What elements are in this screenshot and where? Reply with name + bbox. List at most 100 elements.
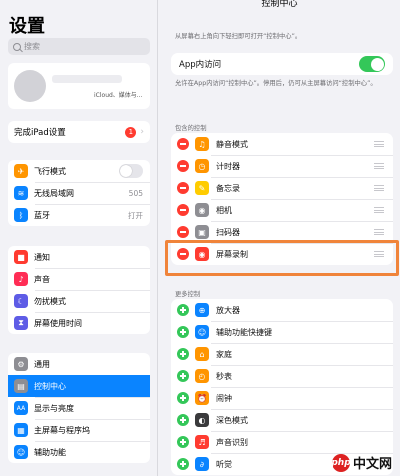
magnifier-icon: ⊕ [195, 303, 209, 317]
reorder-handle-icon[interactable] [374, 251, 384, 257]
remove-control-button[interactable] [177, 248, 189, 260]
chevron-right-icon: › [140, 127, 144, 137]
control-row-timer: ◷ 计时器 [171, 155, 393, 177]
sidebar-item-hourglass[interactable]: ⧗ 屏幕使用时间 [8, 312, 150, 334]
sidebar-item-label: 屏幕使用时间 [34, 318, 82, 328]
remove-control-button[interactable] [177, 138, 189, 150]
more-controls-list: ⊕ 放大器 ☺ 辅助功能快捷键 ⌂ 家庭 ◴ 秒表 ⏰ 闹钟 ◐ 深色模式 ♬ 声音识别 ∂ 听觉 [171, 299, 393, 475]
app-access-note: 允许在App内访问“控制中心”。停用后，仍可从主屏幕访问“控制中心”。 [175, 80, 377, 87]
add-control-button[interactable] [177, 370, 189, 382]
included-controls-header: 包含的控制 [175, 125, 207, 132]
control-label: 闹钟 [216, 393, 232, 403]
display-icon: AA [14, 401, 28, 415]
screen-record-icon: ◉ [195, 247, 209, 261]
control-label: 备忘录 [216, 183, 240, 193]
wifi-icon: ≋ [14, 186, 28, 200]
reorder-handle-icon[interactable] [374, 185, 384, 191]
airplane-mode-toggle[interactable] [119, 164, 143, 178]
control-label: 屏幕录制 [216, 249, 248, 259]
control-row-home: ⌂ 家庭 [171, 343, 393, 365]
control-label: 计时器 [216, 161, 240, 171]
app-access-row: App内访问 [171, 53, 393, 75]
add-control-button[interactable] [177, 436, 189, 448]
control-row-sound-recognition: ♬ 声音识别 [171, 431, 393, 453]
search-input[interactable]: 搜索 [8, 38, 150, 55]
sound-icon: ♪ [14, 272, 28, 286]
search-icon [13, 42, 21, 51]
qr-scanner-icon: ▣ [195, 225, 209, 239]
sidebar-item-home-screen[interactable]: ▦ 主屏幕与程序坞 [8, 419, 150, 441]
finish-setup-row[interactable]: 完成iPad设置 1 › [8, 121, 150, 143]
control-row-magnifier: ⊕ 放大器 [171, 299, 393, 321]
add-control-button[interactable] [177, 326, 189, 338]
home-icon: ⌂ [195, 347, 209, 361]
accessibility-shortcut-icon: ☺ [195, 325, 209, 339]
sidebar-item-bluetooth[interactable]: ᛒ 蓝牙 打开 [8, 204, 150, 226]
sidebar-item-wifi[interactable]: ≋ 无线局域网 505 [8, 182, 150, 204]
timer-icon: ◷ [195, 159, 209, 173]
hearing-icon: ∂ [195, 457, 209, 471]
remove-control-button[interactable] [177, 226, 189, 238]
add-control-button[interactable] [177, 304, 189, 316]
control-row-qr-scanner: ▣ 扫码器 [171, 221, 393, 243]
sidebar-item-moon[interactable]: ☾ 勿扰模式 [8, 290, 150, 312]
apple-id-card[interactable]: iCloud、媒体与... [8, 63, 150, 109]
watermark: php 中文网 [331, 453, 392, 472]
avatar [14, 70, 46, 102]
airplane-icon: ✈ [14, 164, 28, 178]
app-access-toggle[interactable] [359, 56, 385, 72]
settings-sidebar: 设置 搜索 iCloud、媒体与... 完成iPad设置 1 › ✈ 飞行模式 ≋ 无… [0, 0, 158, 476]
control-label: 辅助功能快捷键 [216, 327, 272, 337]
remove-control-button[interactable] [177, 182, 189, 194]
control-label: 静音模式 [216, 139, 248, 149]
remove-control-button[interactable] [177, 160, 189, 172]
sidebar-item-sound[interactable]: ♪ 声音 [8, 268, 150, 290]
alarm-icon: ⏰ [195, 391, 209, 405]
sidebar-item-notifications[interactable]: ■ 通知 [8, 246, 150, 268]
bell-icon: ♫ [195, 137, 209, 151]
included-controls-list: ♫ 静音模式 ◷ 计时器 ✎ 备忘录 ◉ 相机 ▣ 扫码器 ◉ 屏幕录制 [171, 133, 393, 265]
control-row-alarm: ⏰ 闹钟 [171, 387, 393, 409]
watermark-logo: php [331, 453, 351, 472]
control-row-stopwatch: ◴ 秒表 [171, 365, 393, 387]
control-row-notes: ✎ 备忘录 [171, 177, 393, 199]
sidebar-item-label: 声音 [34, 274, 50, 284]
add-control-button[interactable] [177, 414, 189, 426]
reorder-handle-icon[interactable] [374, 141, 384, 147]
sidebar-item-display[interactable]: AA 显示与亮度 [8, 397, 150, 419]
sidebar-item-accessibility[interactable]: ☺ 辅助功能 [8, 441, 150, 463]
connectivity-group: ✈ 飞行模式 ≋ 无线局域网 505 ᛒ 蓝牙 打开 [8, 160, 150, 226]
sidebar-item-label: 主屏幕与程序坞 [34, 425, 90, 435]
hourglass-icon: ⧗ [14, 316, 28, 330]
control-center-description: 从屏幕右上角向下轻扫即可打开“控制中心”。 [175, 33, 302, 40]
sidebar-item-airplane[interactable]: ✈ 飞行模式 [8, 160, 150, 182]
notifications-group: ■ 通知 ♪ 声音 ☾ 勿扰模式 ⧗ 屏幕使用时间 [8, 246, 150, 334]
control-label: 秒表 [216, 371, 232, 381]
sidebar-item-control-center[interactable]: ▤ 控制中心 [8, 375, 150, 397]
sidebar-item-label: 勿扰模式 [34, 296, 66, 306]
remove-control-button[interactable] [177, 204, 189, 216]
profile-subtitle: iCloud、媒体与... [94, 92, 143, 99]
watermark-text: 中文网 [352, 457, 392, 472]
sidebar-item-gear[interactable]: ⚙ 通用 [8, 353, 150, 375]
sidebar-item-value: 505 [128, 188, 143, 198]
notes-icon: ✎ [195, 181, 209, 195]
control-label: 相机 [216, 205, 232, 215]
app-access-label: App内访问 [179, 60, 222, 70]
add-control-button[interactable] [177, 348, 189, 360]
control-row-bell: ♫ 静音模式 [171, 133, 393, 155]
home-screen-icon: ▦ [14, 423, 28, 437]
reorder-handle-icon[interactable] [374, 207, 384, 213]
camera-icon: ◉ [195, 203, 209, 217]
sidebar-item-label: 辅助功能 [34, 447, 66, 457]
add-control-button[interactable] [177, 392, 189, 404]
reorder-handle-icon[interactable] [374, 229, 384, 235]
reorder-handle-icon[interactable] [374, 163, 384, 169]
control-row-camera: ◉ 相机 [171, 199, 393, 221]
general-group: ⚙ 通用 ▤ 控制中心 AA 显示与亮度 ▦ 主屏幕与程序坞 ☺ 辅助功能 [8, 353, 150, 463]
sidebar-item-label: 显示与亮度 [34, 403, 74, 413]
add-control-button[interactable] [177, 458, 189, 470]
moon-icon: ☾ [14, 294, 28, 308]
control-label: 家庭 [216, 349, 232, 359]
sound-recognition-icon: ♬ [195, 435, 209, 449]
